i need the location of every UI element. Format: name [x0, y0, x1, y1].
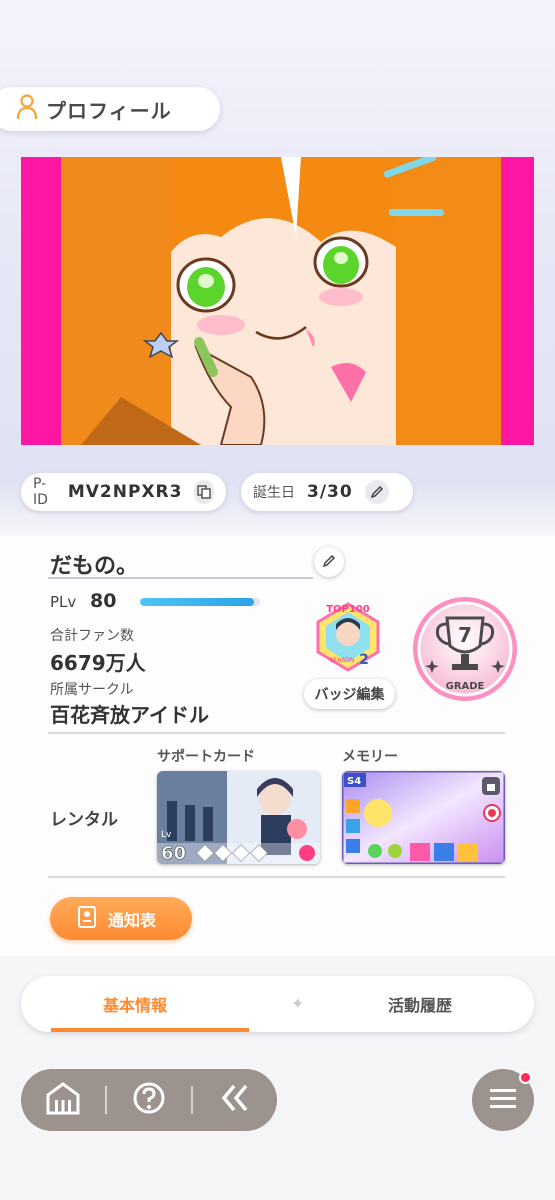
pencil-icon	[322, 553, 336, 572]
tab-basic-info[interactable]: 基本情報	[21, 976, 249, 1032]
top100-badge[interactable]: TOP100 SEASON 2	[312, 600, 384, 672]
back-button[interactable]	[193, 1069, 277, 1131]
report-card-label: 通知表	[108, 910, 157, 930]
fans-label: 合計ファン数	[50, 628, 134, 644]
circle-label: 所属サークル	[50, 682, 134, 698]
player-id-pill: P-ID MV2NPXR3	[21, 473, 226, 511]
player-id-label: P-ID	[33, 476, 48, 508]
home-icon	[45, 1081, 81, 1119]
badge-top-text: TOP100	[326, 604, 370, 615]
plv-label: PLv	[50, 593, 77, 611]
section-divider	[48, 732, 505, 734]
copy-icon[interactable]	[194, 480, 214, 504]
player-id-value: MV2NPXR3	[67, 482, 183, 502]
profile-banner-image	[21, 157, 534, 445]
rental-label: レンタル	[50, 810, 118, 830]
birthday-label: 誕生日	[253, 485, 295, 501]
grade-emblem: 7 GRADE	[410, 594, 520, 704]
help-button[interactable]	[107, 1069, 191, 1131]
birthday-pill: 誕生日 3/30	[241, 473, 413, 511]
tab-separator-icon: ✦	[291, 994, 305, 1013]
double-chevron-left-icon	[218, 1083, 252, 1117]
memory-card-thumbnail[interactable]: S4	[342, 771, 505, 864]
fans-value: 6679万人	[50, 651, 146, 675]
support-card-label: サポートカード	[157, 749, 255, 765]
home-button[interactable]	[21, 1069, 105, 1131]
notification-dot	[519, 1071, 532, 1084]
memory-label: メモリー	[342, 749, 398, 765]
profile-header: プロフィール	[0, 87, 220, 131]
player-name: だもの。	[50, 554, 139, 579]
report-card-button[interactable]: 通知表	[50, 897, 192, 940]
grade-number: 7	[458, 623, 472, 647]
document-icon	[78, 905, 96, 932]
support-card-lv-prefix: Lv	[161, 830, 172, 840]
circle-value: 百花斉放アイドル	[50, 703, 209, 727]
support-card-level: 60	[161, 843, 186, 864]
badge-season-text: SEASON	[330, 657, 355, 664]
profile-tabs: 基本情報 ✦ 活動履歴	[21, 976, 534, 1032]
page-title: プロフィール	[46, 98, 172, 123]
help-icon	[132, 1081, 166, 1119]
support-card-thumbnail[interactable]: Lv 60	[157, 771, 320, 864]
plv-progress-fill	[140, 598, 254, 606]
birthday-value: 3/30	[307, 482, 353, 502]
pencil-icon[interactable]	[364, 480, 389, 504]
grade-label: GRADE	[446, 681, 485, 692]
memory-tag: S4	[347, 776, 361, 787]
hamburger-icon	[489, 1087, 517, 1113]
person-icon	[16, 94, 38, 124]
tab-activity-history[interactable]: 活動履歴	[306, 976, 534, 1032]
plv-value: 80	[90, 590, 117, 612]
plv-progress-bar	[140, 598, 260, 606]
section-divider	[48, 876, 505, 878]
badge-season-number: 2	[359, 652, 369, 668]
badge-edit-button[interactable]: バッジ編集	[304, 679, 395, 709]
bottom-navigation	[21, 1069, 277, 1131]
edit-name-button[interactable]	[314, 547, 344, 577]
name-underline	[48, 577, 313, 579]
